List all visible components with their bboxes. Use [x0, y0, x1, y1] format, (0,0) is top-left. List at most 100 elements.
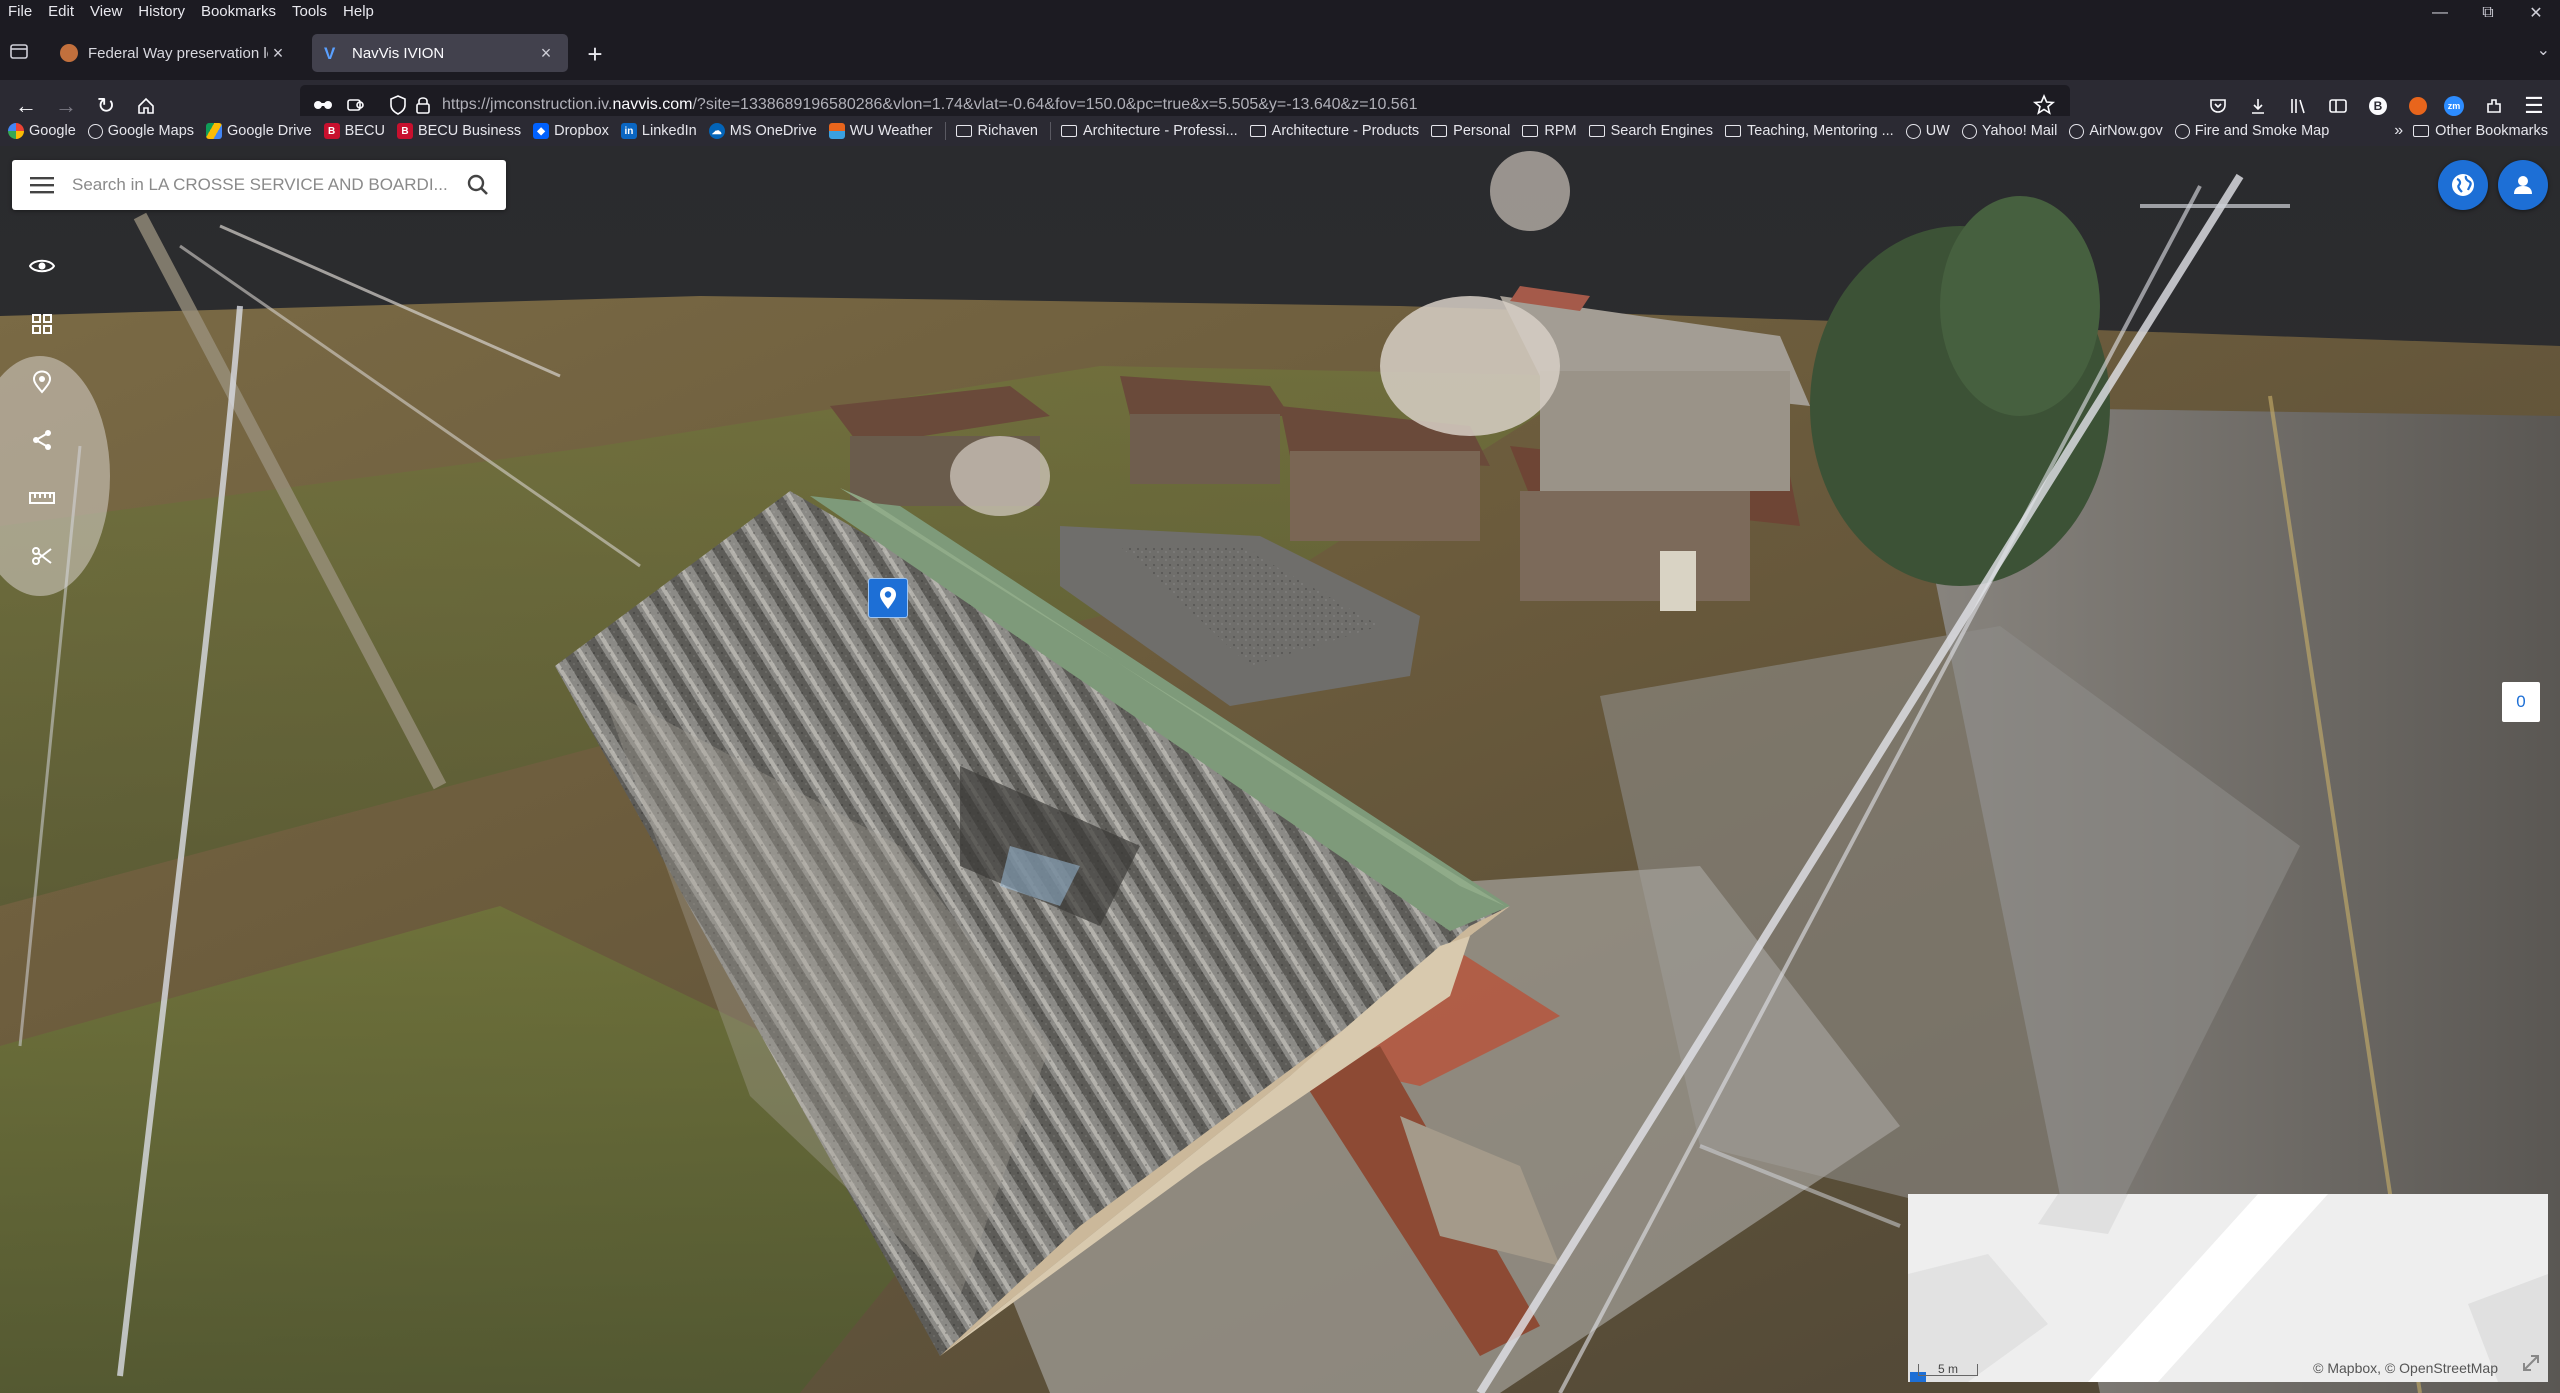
- minimap-tiles: [1908, 1194, 2548, 1382]
- minimap-scale-bar: 5 m: [1918, 1363, 1978, 1376]
- bookmark-becu[interactable]: B BECU: [323, 123, 385, 139]
- bookmark-wu-weather[interactable]: WU Weather: [828, 123, 933, 139]
- bookmark-folder-architecture-professional[interactable]: Architecture - Professi...: [1060, 123, 1238, 139]
- menu-bar: File Edit View History Bookmarks Tools H…: [0, 0, 2560, 22]
- dropbox-icon: ◆: [533, 123, 550, 139]
- bookmark-label: Other Bookmarks: [2435, 123, 2548, 139]
- bookmarks-overflow-chevron-icon[interactable]: »: [2394, 122, 2403, 140]
- bookmark-label: Architecture - Professi...: [1082, 123, 1238, 139]
- bookmark-folder-search-engines[interactable]: Search Engines: [1588, 123, 1713, 139]
- folder-icon: [1522, 125, 1539, 137]
- tab-favicon-icon: [60, 44, 78, 62]
- globe-map-button[interactable]: [2438, 160, 2488, 210]
- tree-bare: [1380, 296, 1560, 436]
- bookmark-label: Fire and Smoke Map: [2194, 123, 2330, 139]
- bookmarks-toolbar: Google Google Maps Google Drive B BECU BB…: [0, 116, 2560, 146]
- cut-scissors-icon[interactable]: [22, 536, 62, 576]
- folder-icon: [1249, 125, 1266, 137]
- menu-tools[interactable]: Tools: [284, 3, 335, 20]
- share-icon[interactable]: [22, 420, 62, 460]
- bookmark-label: Richaven: [977, 123, 1038, 139]
- folder-icon: [1588, 125, 1605, 137]
- site-search-box: [12, 160, 506, 210]
- menu-help[interactable]: Help: [335, 3, 382, 20]
- bookmark-linkedin[interactable]: in LinkedIn: [620, 123, 697, 139]
- bookmark-label: AirNow.gov: [2089, 123, 2163, 139]
- new-tab-button[interactable]: +: [580, 40, 610, 70]
- site-search-input[interactable]: [72, 165, 450, 205]
- bookmark-label: WU Weather: [849, 123, 933, 139]
- bookmark-label: RPM: [1544, 123, 1577, 139]
- window-controls: — ⧉ ✕: [2416, 0, 2560, 26]
- globe-icon: [2452, 174, 2474, 196]
- panorama-counter-badge[interactable]: 0: [2502, 682, 2540, 722]
- bookmark-label: Yahoo! Mail: [1981, 123, 2058, 139]
- bookmark-folder-rpm[interactable]: RPM: [1522, 123, 1577, 139]
- location-pin-icon: [880, 587, 896, 609]
- bookmark-folder-richaven[interactable]: Richaven: [955, 123, 1038, 139]
- map-attribution[interactable]: © Mapbox, © OpenStreetMap: [2313, 1360, 2498, 1376]
- bookmark-label: BECU Business: [417, 123, 522, 139]
- url-text[interactable]: https://jmconstruction.iv.navvis.com/?si…: [442, 96, 1418, 114]
- folder-icon: [1060, 125, 1077, 137]
- minimap[interactable]: 5 m © Mapbox, © OpenStreetMap: [1908, 1194, 2548, 1382]
- minimap-expand-icon[interactable]: [2520, 1352, 2542, 1374]
- menu-history[interactable]: History: [130, 3, 193, 20]
- bookmark-label: BECU: [344, 123, 385, 139]
- folder-icon: [2413, 125, 2430, 137]
- user-icon: [2514, 176, 2532, 194]
- bookmark-label: Personal: [1453, 123, 1511, 139]
- folder-icon: [1431, 125, 1448, 137]
- poi-marker[interactable]: [868, 578, 908, 618]
- bookmark-separator: [1049, 122, 1051, 140]
- bookmark-label: Search Engines: [1610, 123, 1713, 139]
- tab-federal-way[interactable]: Federal Way preservation legisl ×: [48, 34, 300, 72]
- search-icon[interactable]: [450, 160, 506, 210]
- bookmark-airnow[interactable]: AirNow.gov: [2069, 123, 2163, 139]
- visibility-eye-icon[interactable]: [22, 246, 62, 286]
- close-tab-icon[interactable]: ×: [536, 43, 556, 64]
- onedrive-icon: ☁: [708, 123, 725, 139]
- menu-view[interactable]: View: [82, 3, 130, 20]
- bookmark-becu-business[interactable]: B BECU Business: [396, 123, 522, 139]
- maximize-button[interactable]: ⧉: [2464, 0, 2512, 26]
- bookmark-folder-other[interactable]: Other Bookmarks: [2413, 123, 2548, 139]
- bookmark-google-maps[interactable]: Google Maps: [87, 123, 194, 139]
- bookmark-label: Dropbox: [554, 123, 609, 139]
- user-account-button[interactable]: [2498, 160, 2548, 210]
- folder-icon: [1725, 125, 1741, 137]
- menu-file[interactable]: File: [0, 3, 40, 20]
- close-window-button[interactable]: ✕: [2512, 0, 2560, 26]
- minimize-button[interactable]: —: [2416, 0, 2464, 26]
- weather-icon: [828, 123, 845, 139]
- point-cloud-viewport[interactable]: 0 5 m © Mapbox, © OpenStreetMap: [0, 146, 2560, 1393]
- bookmark-label: UW: [1925, 123, 1950, 139]
- url-domain: navvis.com: [612, 96, 693, 113]
- tab-navvis-ivion[interactable]: V NavVis IVION ×: [312, 34, 568, 72]
- tab-list-icon[interactable]: [8, 40, 34, 66]
- bookmark-dropbox[interactable]: ◆ Dropbox: [533, 123, 609, 139]
- layers-grid-icon[interactable]: [22, 304, 62, 344]
- bookmark-google[interactable]: Google: [8, 123, 76, 139]
- bookmark-label: Teaching, Mentoring ...: [1747, 123, 1894, 139]
- bookmark-folder-teaching[interactable]: Teaching, Mentoring ...: [1725, 123, 1894, 139]
- poi-location-icon[interactable]: [22, 362, 62, 402]
- navvis-favicon-icon: V: [324, 44, 336, 63]
- side-toolbar: [22, 246, 62, 594]
- menu-bookmarks[interactable]: Bookmarks: [193, 3, 284, 20]
- bookmark-folder-personal[interactable]: Personal: [1431, 123, 1510, 139]
- bookmark-label: Architecture - Products: [1271, 123, 1420, 139]
- close-tab-icon[interactable]: ×: [268, 43, 288, 64]
- bookmark-uw[interactable]: UW: [1905, 123, 1950, 139]
- menu-edit[interactable]: Edit: [40, 3, 82, 20]
- list-all-tabs-icon[interactable]: ⌄: [2537, 40, 2550, 60]
- hamburger-menu-icon[interactable]: [12, 160, 72, 210]
- google-icon: [8, 123, 24, 139]
- bookmark-google-drive[interactable]: Google Drive: [206, 123, 312, 139]
- measure-ruler-icon[interactable]: [22, 478, 62, 518]
- bookmark-fire-smoke-map[interactable]: Fire and Smoke Map: [2174, 123, 2330, 139]
- bookmark-folder-architecture-products[interactable]: Architecture - Products: [1249, 123, 1420, 139]
- url-prefix: https://jmconstruction.iv.: [442, 96, 613, 113]
- bookmark-onedrive[interactable]: ☁ MS OneDrive: [708, 123, 817, 139]
- bookmark-yahoo-mail[interactable]: Yahoo! Mail: [1961, 123, 2058, 139]
